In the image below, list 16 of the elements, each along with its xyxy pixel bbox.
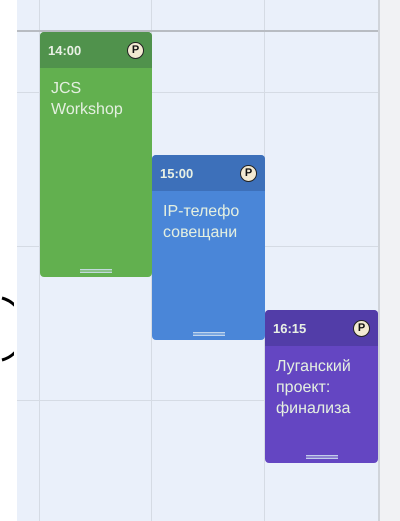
event-card[interactable]: 15:00 P IP-телефо совещани xyxy=(152,155,265,340)
circle-edge-drawing xyxy=(0,296,14,362)
event-card[interactable]: 16:15 P Луганский проект: финализа xyxy=(265,310,378,463)
event-badge: P xyxy=(240,164,257,182)
event-card[interactable]: 14:00 P JCS Workshop xyxy=(40,32,152,277)
resize-handle-icon[interactable] xyxy=(192,332,224,336)
resize-handle-icon[interactable] xyxy=(306,455,338,459)
event-time: 14:00 xyxy=(48,42,82,58)
event-badge: P xyxy=(353,320,370,336)
event-time: 16:15 xyxy=(273,320,306,336)
event-title: IP-телефо совещани xyxy=(162,202,240,243)
event-title: Луганский проект: финализа xyxy=(275,357,351,419)
event-title: JCS Workshop xyxy=(50,79,123,120)
event-badge: P xyxy=(127,42,144,58)
resize-handle-icon[interactable] xyxy=(80,269,112,273)
event-time: 15:00 xyxy=(160,166,194,180)
